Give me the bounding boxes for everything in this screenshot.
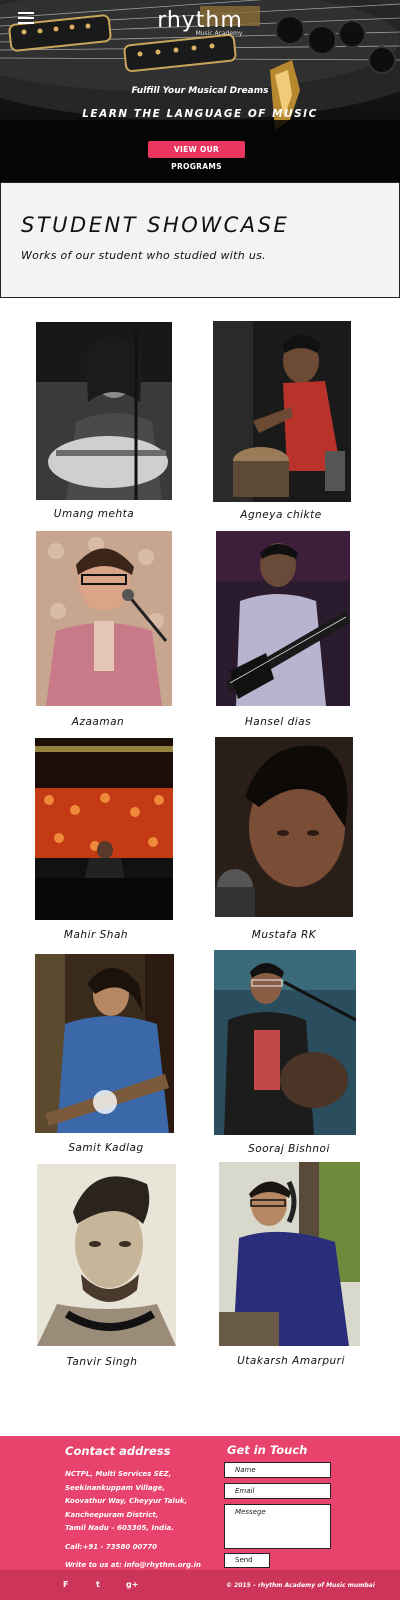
send-button[interactable]: Send: [224, 1553, 270, 1568]
page-title: STUDENT SHOWCASE: [21, 213, 290, 237]
hero-banner: rhythm Music Academy Fulfill Your Musica…: [0, 0, 400, 182]
student-photo[interactable]: [219, 1162, 360, 1346]
facebook-icon[interactable]: F: [63, 1580, 68, 1589]
hero-headline: LEARN THE LANGUAGE OF MUSIC: [82, 108, 318, 120]
student-photo[interactable]: [215, 737, 353, 917]
name-field[interactable]: Name: [224, 1462, 331, 1478]
student-photo[interactable]: [214, 950, 356, 1135]
google-plus-icon[interactable]: g+: [126, 1580, 138, 1589]
student-name: Agneya chikte: [240, 509, 322, 521]
student-name: Mustafa RK: [251, 929, 317, 941]
phone-number: Call:+91 - 73580 00770: [65, 1542, 157, 1551]
view-programs-button[interactable]: VIEW OUR PROGRAMS: [148, 141, 245, 171]
address-line: Koovathur Way, Cheyyur Taluk,: [65, 1497, 188, 1505]
address-line: NCTPL, Multi Services SEZ,: [65, 1470, 172, 1478]
address-line: Kancheepuram District,: [65, 1510, 159, 1519]
contact-heading: Contact address: [65, 1444, 171, 1458]
address-line: Seekinankuppam Village,: [65, 1483, 166, 1492]
student-name: Tanvir Singh: [66, 1356, 138, 1368]
logo-subtitle: Music Academy: [195, 30, 243, 37]
student-name: Hansel dias: [244, 716, 312, 728]
showcase-header: STUDENT SHOWCASE Works of our student wh…: [0, 182, 400, 298]
student-photo[interactable]: [216, 531, 350, 706]
student-name: Utakarsh Amarpuri: [237, 1355, 345, 1367]
student-photo[interactable]: [35, 738, 173, 920]
student-photo[interactable]: [36, 531, 172, 706]
student-photo[interactable]: [213, 321, 351, 502]
copyright-text: © 2015 – rhythm Academy of Music mumbai: [226, 1582, 375, 1589]
site-footer: Contact address NCTPL, Multi Services SE…: [0, 1436, 400, 1600]
form-heading: Get in Touch: [227, 1443, 308, 1457]
email-field[interactable]: Email: [224, 1483, 331, 1499]
student-name: Sooraj Bishnoi: [248, 1143, 330, 1155]
student-photo[interactable]: [36, 322, 172, 500]
hero-tagline: Fulfill Your Musical Dreams: [131, 86, 269, 96]
student-name: Samit Kadlag: [68, 1142, 144, 1154]
message-field[interactable]: Messege: [224, 1504, 331, 1549]
student-photo[interactable]: [35, 954, 174, 1133]
student-name: Mahir Shah: [63, 929, 129, 941]
student-name: Umang mehta: [53, 508, 135, 520]
student-photo[interactable]: [37, 1164, 176, 1346]
rhythm-logo[interactable]: rhythm Music Academy: [0, 8, 400, 38]
contact-address: NCTPL, Multi Services SEZ, Seekinankuppa…: [65, 1468, 201, 1573]
email-link[interactable]: Write to us at: info@rhythm.org.in: [65, 1559, 201, 1573]
address-line: Tamil Nadu – 603305, India.: [65, 1524, 174, 1532]
student-name: Azaaman: [71, 716, 125, 728]
logo-word: rhythm: [157, 8, 243, 33]
twitter-icon[interactable]: t: [96, 1580, 100, 1589]
page-subtitle: Works of our student who studied with us…: [21, 249, 266, 262]
